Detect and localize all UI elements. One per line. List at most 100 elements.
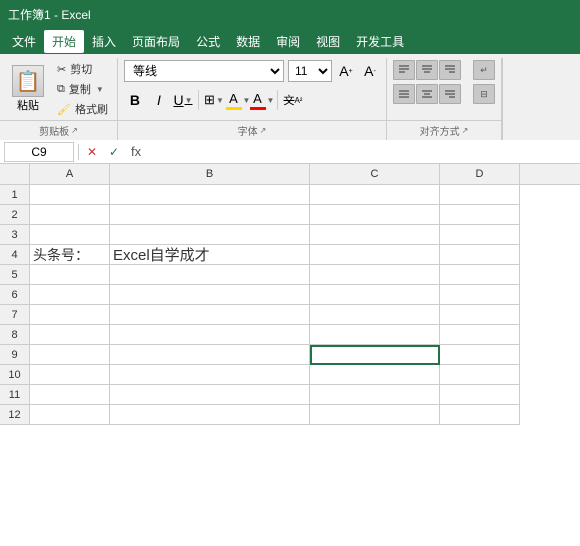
cell-a5[interactable] [30, 265, 110, 285]
font-expand-icon[interactable]: ↗ [260, 126, 267, 135]
italic-button[interactable]: I [148, 89, 170, 111]
cell-a9[interactable] [30, 345, 110, 365]
cell-d9[interactable] [440, 345, 520, 365]
cell-a1[interactable] [30, 185, 110, 205]
cell-c9[interactable] [310, 345, 440, 365]
row-header-10[interactable]: 10 [0, 365, 30, 385]
cell-b4[interactable]: Excel自学成才 [110, 245, 310, 265]
cell-a6[interactable] [30, 285, 110, 305]
menu-review[interactable]: 审阅 [268, 30, 308, 53]
font-grow-button[interactable]: A+ [336, 60, 356, 82]
row-header-4[interactable]: 4 [0, 245, 30, 265]
cell-d7[interactable] [440, 305, 520, 325]
cell-b2[interactable] [110, 205, 310, 225]
cell-a8[interactable] [30, 325, 110, 345]
row-header-8[interactable]: 8 [0, 325, 30, 345]
col-header-b[interactable]: B [110, 164, 310, 184]
cell-d3[interactable] [440, 225, 520, 245]
menu-file[interactable]: 文件 [4, 30, 44, 53]
wrap-text-button[interactable]: ↵ [473, 60, 495, 80]
cell-d1[interactable] [440, 185, 520, 205]
cell-b9[interactable] [110, 345, 310, 365]
cell-b3[interactable] [110, 225, 310, 245]
merge-cells-button[interactable]: ⊟ [473, 84, 495, 104]
cell-a10[interactable] [30, 365, 110, 385]
align-right-button[interactable] [439, 84, 461, 104]
menu-data[interactable]: 数据 [228, 30, 268, 53]
align-top-right-button[interactable] [439, 60, 461, 80]
row-header-6[interactable]: 6 [0, 285, 30, 305]
font-color-button[interactable]: A ▼ [251, 89, 273, 111]
cell-a12[interactable] [30, 405, 110, 425]
col-header-c[interactable]: C [310, 164, 440, 184]
cell-c2[interactable] [310, 205, 440, 225]
align-top-left-button[interactable] [393, 60, 415, 80]
menu-insert[interactable]: 插入 [84, 30, 124, 53]
col-header-d[interactable]: D [440, 164, 520, 184]
row-header-7[interactable]: 7 [0, 305, 30, 325]
cut-button[interactable]: ✂ 剪切 [54, 60, 111, 78]
cell-a2[interactable] [30, 205, 110, 225]
cell-a11[interactable] [30, 385, 110, 405]
cell-c5[interactable] [310, 265, 440, 285]
cell-b10[interactable] [110, 365, 310, 385]
menu-start[interactable]: 开始 [44, 30, 84, 53]
confirm-formula-button[interactable]: ✓ [105, 143, 123, 161]
formula-input[interactable] [149, 142, 576, 162]
cell-d10[interactable] [440, 365, 520, 385]
row-header-9[interactable]: 9 [0, 345, 30, 365]
cell-a3[interactable] [30, 225, 110, 245]
cell-c3[interactable] [310, 225, 440, 245]
cell-b12[interactable] [110, 405, 310, 425]
cell-d6[interactable] [440, 285, 520, 305]
cell-d8[interactable] [440, 325, 520, 345]
col-header-a[interactable]: A [30, 164, 110, 184]
row-header-1[interactable]: 1 [0, 185, 30, 205]
cell-c6[interactable] [310, 285, 440, 305]
format-paint-button[interactable]: 🖌 格式刷 [54, 100, 111, 118]
bold-button[interactable]: B [124, 89, 146, 111]
border-button[interactable]: ⊞ ▼ [203, 89, 225, 111]
cell-c1[interactable] [310, 185, 440, 205]
row-header-12[interactable]: 12 [0, 405, 30, 425]
paste-button[interactable]: 📋 粘贴 [6, 63, 50, 115]
cell-d12[interactable] [440, 405, 520, 425]
font-size-select[interactable]: 11 [288, 60, 332, 82]
cell-c10[interactable] [310, 365, 440, 385]
cell-d11[interactable] [440, 385, 520, 405]
align-left-button[interactable] [393, 84, 415, 104]
cell-c11[interactable] [310, 385, 440, 405]
cancel-formula-button[interactable]: ✕ [83, 143, 101, 161]
function-icon[interactable]: fx [127, 144, 145, 159]
alignment-expand-icon[interactable]: ↗ [462, 126, 469, 135]
strikethrough-button[interactable]: 文 A² [282, 89, 304, 111]
menu-page-layout[interactable]: 页面布局 [124, 30, 188, 53]
cell-d4[interactable] [440, 245, 520, 265]
underline-button[interactable]: U▼ [172, 89, 194, 111]
cell-b8[interactable] [110, 325, 310, 345]
cell-d5[interactable] [440, 265, 520, 285]
cell-b11[interactable] [110, 385, 310, 405]
font-name-select[interactable]: 等线 [124, 60, 284, 82]
cell-b6[interactable] [110, 285, 310, 305]
cell-c7[interactable] [310, 305, 440, 325]
cell-c8[interactable] [310, 325, 440, 345]
cell-a7[interactable] [30, 305, 110, 325]
row-header-11[interactable]: 11 [0, 385, 30, 405]
menu-view[interactable]: 视图 [308, 30, 348, 53]
cell-b5[interactable] [110, 265, 310, 285]
cell-a4[interactable]: 头条号： [30, 245, 110, 265]
cell-d2[interactable] [440, 205, 520, 225]
fill-color-button[interactable]: A ▼ [227, 89, 249, 111]
cell-reference-input[interactable] [4, 142, 74, 162]
row-header-5[interactable]: 5 [0, 265, 30, 285]
cell-b7[interactable] [110, 305, 310, 325]
row-header-3[interactable]: 3 [0, 225, 30, 245]
copy-button[interactable]: ⧉ 复制 ▼ [54, 80, 111, 98]
menu-developer[interactable]: 开发工具 [348, 30, 412, 53]
row-header-2[interactable]: 2 [0, 205, 30, 225]
menu-formula[interactable]: 公式 [188, 30, 228, 53]
align-center-button[interactable] [416, 84, 438, 104]
clipboard-expand-icon[interactable]: ↗ [71, 126, 78, 135]
cell-b1[interactable] [110, 185, 310, 205]
